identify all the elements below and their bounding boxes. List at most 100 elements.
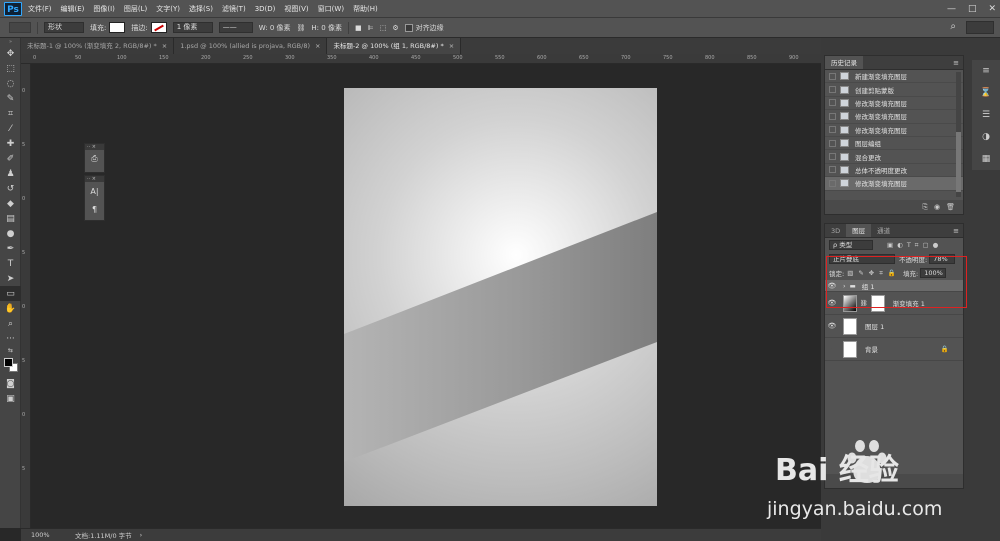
- history-scrollbar[interactable]: [956, 72, 961, 197]
- properties-icon[interactable]: ☰: [972, 104, 1000, 126]
- history-checkbox[interactable]: [829, 112, 836, 120]
- history-checkbox[interactable]: [829, 86, 836, 94]
- type-tool-icon[interactable]: T: [0, 256, 21, 271]
- history-checkbox[interactable]: [829, 179, 836, 187]
- menu-type[interactable]: 文字(Y): [156, 4, 180, 14]
- menu-window[interactable]: 窗口(W): [318, 4, 344, 14]
- layer-row-layer1[interactable]: 👁 图层 1: [825, 315, 963, 338]
- eye-icon[interactable]: 👁: [825, 282, 839, 290]
- character-panel-icon[interactable]: A|: [85, 182, 104, 200]
- scrollbar-thumb[interactable]: [956, 132, 961, 192]
- layer-row-background[interactable]: · 背景 🔒: [825, 338, 963, 361]
- eyedropper-tool-icon[interactable]: ⁄: [0, 121, 21, 136]
- menu-edit[interactable]: 编辑(E): [61, 4, 85, 14]
- screen-mode-icon[interactable]: ▣: [0, 391, 21, 406]
- rectangle-tool-icon[interactable]: ▭: [0, 286, 21, 301]
- color-swatches[interactable]: [0, 354, 21, 376]
- link-icon[interactable]: ⛓: [860, 300, 868, 307]
- history-item-active[interactable]: 修改渐变填充图层: [825, 177, 963, 191]
- status-menu-icon[interactable]: ›: [140, 531, 143, 539]
- align-edges-checkbox[interactable]: 对齐边缘: [404, 23, 444, 33]
- fill-swatch[interactable]: [109, 22, 126, 33]
- maximize-icon[interactable]: □: [968, 4, 977, 14]
- tab-document-1[interactable]: 未标题-1 @ 100% (渐变填充 2, RGB/8#) * ×: [21, 38, 175, 54]
- document-canvas[interactable]: [344, 88, 657, 506]
- close-icon[interactable]: ×: [162, 42, 167, 50]
- healing-tool-icon[interactable]: ✚: [0, 136, 21, 151]
- panel-menu-icon[interactable]: ≡: [953, 56, 963, 69]
- ruler-vertical[interactable]: 0 5 0 5 0 5 0 5: [21, 64, 31, 528]
- stroke-type-select[interactable]: ——: [218, 22, 253, 33]
- swap-colors-icon[interactable]: ⇆: [0, 346, 21, 354]
- tab-3d[interactable]: 3D: [825, 224, 846, 237]
- tab-layers[interactable]: 图层: [846, 224, 872, 237]
- hand-tool-icon[interactable]: ✋: [0, 301, 21, 316]
- stamp-tool-icon[interactable]: ♟: [0, 166, 21, 181]
- gear-icon[interactable]: ⚙: [392, 24, 398, 32]
- trash-icon[interactable]: 🗑: [946, 203, 955, 211]
- stroke-control[interactable]: 描边:: [131, 22, 167, 33]
- menu-filter[interactable]: 滤镜(T): [222, 4, 246, 14]
- history-item[interactable]: 图层编组: [825, 137, 963, 151]
- zoom-tool-icon[interactable]: ⌕: [0, 316, 21, 331]
- tab-document-2[interactable]: 1.psd @ 100% (allied is projava, RGB/8) ×: [174, 38, 328, 54]
- minimize-icon[interactable]: —: [947, 4, 956, 14]
- menu-layer[interactable]: 图层(L): [124, 4, 147, 14]
- menu-image[interactable]: 图像(I): [93, 4, 115, 14]
- fill-field[interactable]: 100%: [920, 268, 947, 278]
- opacity-field[interactable]: 78%: [929, 254, 956, 264]
- path-alignment-icon[interactable]: ⊫: [368, 24, 374, 32]
- adjustments-icon[interactable]: ◑: [972, 126, 1000, 148]
- new-document-from-state-icon[interactable]: ⎘: [922, 203, 928, 212]
- brush-tool-icon[interactable]: ✐: [0, 151, 21, 166]
- menu-3d[interactable]: 3D(D): [255, 5, 276, 13]
- quick-select-tool-icon[interactable]: ✎: [0, 91, 21, 106]
- layer-row-gradient-fill[interactable]: 👁 ⛓ 渐变填充 1: [825, 292, 963, 315]
- history-item[interactable]: 混合更改: [825, 150, 963, 164]
- tab-history[interactable]: 历史记录: [825, 56, 863, 69]
- close-icon[interactable]: ×: [449, 42, 454, 50]
- menu-help[interactable]: 帮助(H): [353, 4, 378, 14]
- menu-file[interactable]: 文件(F): [28, 4, 52, 14]
- history-brush-icon[interactable]: ↺: [0, 181, 21, 196]
- filter-icons[interactable]: ▣◐T⌗▢●: [887, 241, 942, 250]
- history-checkbox[interactable]: [829, 99, 836, 107]
- move-tool-icon[interactable]: ✥: [0, 46, 21, 61]
- dodge-tool-icon[interactable]: ●: [0, 226, 21, 241]
- eye-icon[interactable]: ·: [825, 345, 839, 353]
- camera-icon[interactable]: ◉: [934, 203, 940, 211]
- history-checkbox[interactable]: [829, 166, 836, 174]
- history-checkbox[interactable]: [829, 153, 836, 161]
- canvas-area[interactable]: [31, 64, 821, 528]
- history-item[interactable]: 修改渐变填充图层: [825, 124, 963, 137]
- marquee-tool-icon[interactable]: ⬚: [0, 61, 21, 76]
- history-checkbox[interactable]: [829, 72, 836, 80]
- menu-select[interactable]: 选择(S): [189, 4, 213, 14]
- crop-tool-icon[interactable]: ⌗: [0, 106, 21, 121]
- panel-menu-icon[interactable]: ≡: [953, 224, 963, 237]
- clone-source-icon[interactable]: ⎙: [85, 150, 104, 168]
- eye-icon[interactable]: 👁: [825, 299, 839, 307]
- quick-mask-icon[interactable]: ◙: [0, 376, 21, 391]
- eye-icon[interactable]: 👁: [825, 322, 839, 330]
- layer-mask-thumbnail[interactable]: [870, 294, 885, 312]
- layer-row-group[interactable]: 👁 › ▬ 组 1: [825, 280, 963, 292]
- swatches-icon[interactable]: ▦: [972, 148, 1000, 170]
- blend-mode-select[interactable]: 正片叠底: [829, 254, 895, 264]
- fill-control[interactable]: 填充:: [90, 22, 126, 33]
- history-checkbox[interactable]: [829, 139, 836, 147]
- path-operations-icon[interactable]: ■: [355, 24, 362, 32]
- ruler-horizontal[interactable]: 0 50 100 150 200 250 300 350 400 450 500…: [21, 54, 821, 64]
- menu-view[interactable]: 视图(V): [284, 4, 308, 14]
- path-select-tool-icon[interactable]: ➤: [0, 271, 21, 286]
- tab-channels[interactable]: 通道: [871, 224, 896, 237]
- tool-preset-picker[interactable]: [6, 22, 31, 33]
- toolbar-grip[interactable]: »: [0, 38, 21, 46]
- history-item[interactable]: 创建剪贴蒙版: [825, 83, 963, 97]
- history-icon[interactable]: ⌛: [972, 82, 1000, 104]
- zoom-level[interactable]: 100%: [31, 531, 71, 539]
- layer-kind-filter[interactable]: ρ 类型: [829, 240, 873, 250]
- close-icon[interactable]: ×: [315, 42, 320, 50]
- lasso-tool-icon[interactable]: ◌: [0, 76, 21, 91]
- chevron-right-icon[interactable]: ›: [843, 282, 846, 290]
